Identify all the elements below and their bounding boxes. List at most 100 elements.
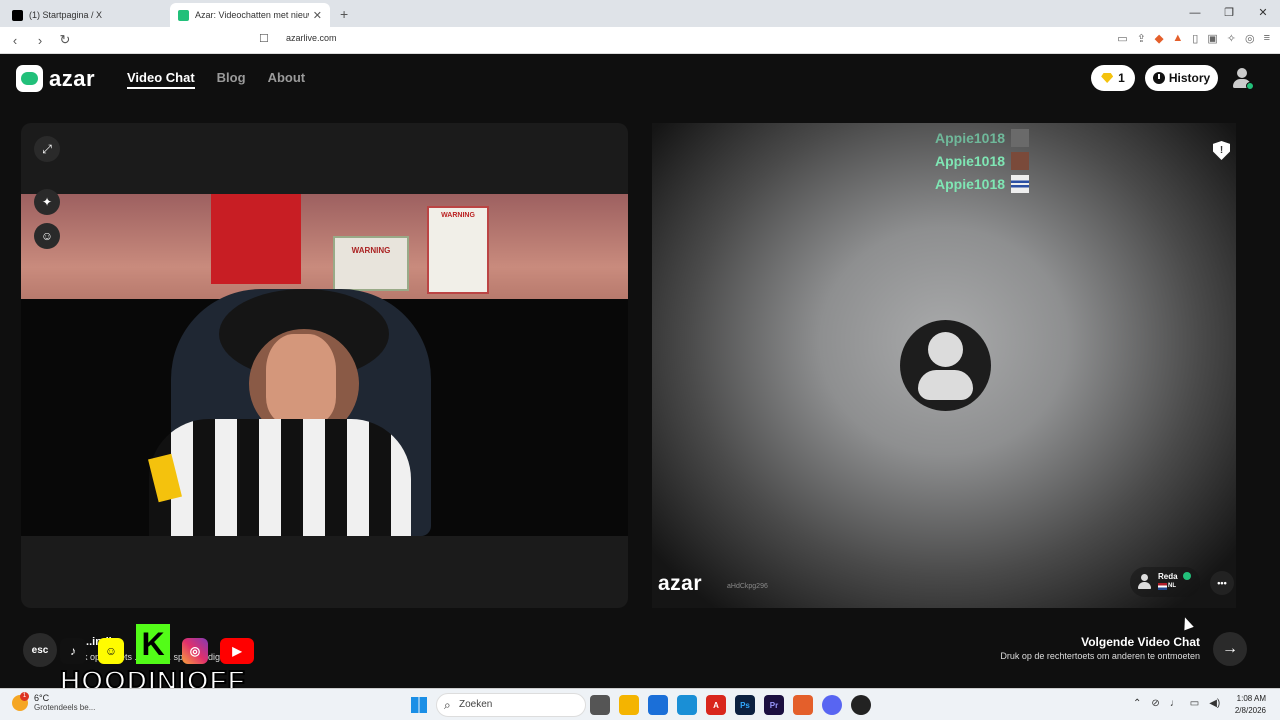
youtube-icon: ▶: [220, 638, 254, 664]
vpn-icon[interactable]: ◎: [1245, 32, 1255, 45]
next-chat-title: Volgende Video Chat: [1081, 635, 1200, 649]
menu-icon[interactable]: ≡: [1264, 32, 1270, 45]
wallet-icon[interactable]: ▣: [1207, 32, 1217, 45]
viewer-list: Appie1018 Appie1018 Appie1018: [935, 126, 1029, 195]
task-view-icon[interactable]: [590, 695, 610, 715]
local-video-panel: WARNING WARNING ⤢ ✦ ☺: [21, 123, 628, 608]
display-icon[interactable]: ▭: [1190, 698, 1199, 709]
windows-taskbar: 1 6°C Grotendeels be... Zoeken A Ps Pr ⌃…: [0, 688, 1280, 720]
system-clock[interactable]: 1:08 AM 2/8/2026: [1235, 693, 1266, 717]
viewer-name: Appie1018: [935, 152, 1006, 169]
tab-title: Azar: Videochatten met nieuw: [195, 10, 309, 20]
share-icon[interactable]: ⇪: [1137, 32, 1146, 45]
warning-sign: WARNING: [333, 236, 409, 291]
premiere-icon[interactable]: Pr: [764, 695, 784, 715]
verified-icon: [1183, 572, 1191, 580]
nav-video-chat[interactable]: Video Chat: [127, 70, 195, 89]
viewer-avatar: [1011, 151, 1029, 170]
azar-page: azar Video Chat Blog About 1 History WAR…: [0, 54, 1280, 697]
placeholder-body: [918, 370, 973, 400]
sticker-icon[interactable]: ☺: [34, 223, 60, 249]
chevron-up-icon[interactable]: ⌃: [1133, 698, 1141, 709]
kick-icon: K: [136, 624, 170, 664]
striped-jersey: [149, 419, 411, 536]
chat-bubble-icon[interactable]: •••: [1210, 571, 1234, 595]
close-window-button[interactable]: ✕: [1246, 0, 1280, 27]
photoshop-icon[interactable]: Ps: [735, 695, 755, 715]
edge-icon[interactable]: [677, 695, 697, 715]
close-tab-icon[interactable]: ✕: [313, 9, 322, 22]
tab-azar[interactable]: Azar: Videochatten met nieuw ✕: [170, 3, 330, 27]
acrobat-icon[interactable]: A: [706, 695, 726, 715]
reload-button[interactable]: ↻: [55, 32, 75, 48]
report-shield-icon[interactable]: !: [1213, 141, 1230, 160]
person-hand: [266, 334, 336, 424]
weather-widget[interactable]: 1 6°C Grotendeels be...: [12, 691, 96, 712]
maximize-button[interactable]: ❐: [1212, 0, 1246, 27]
minimize-button[interactable]: —: [1178, 0, 1212, 27]
gems-button[interactable]: 1: [1091, 65, 1135, 91]
online-status-dot: [1246, 82, 1254, 90]
start-button[interactable]: [411, 697, 427, 713]
bookmark-icon[interactable]: ☐: [259, 32, 269, 45]
weather-description: Grotendeels be...: [34, 703, 96, 712]
netherlands-flag-icon: [1158, 583, 1167, 590]
no-fart-zone-sign: WARNING: [427, 206, 489, 294]
azar-logo[interactable]: azar: [16, 65, 95, 92]
partner-video-panel: Appie1018 Appie1018 Appie1018 ! azar aHd…: [652, 123, 1236, 608]
list-item: Appie1018: [935, 126, 1029, 149]
window-controls: — ❐ ✕: [1178, 0, 1280, 27]
instagram-icon: ◎: [182, 638, 208, 664]
expand-icon[interactable]: ⤢: [34, 136, 60, 162]
clock-icon: [1152, 72, 1165, 84]
taskbar-apps: A Ps Pr: [590, 695, 871, 715]
viewer-avatar: [1011, 174, 1029, 193]
tab-title: (1) Startpagina / X: [29, 10, 103, 20]
user-id-text: aHdCkpg296: [727, 583, 768, 590]
brave-shields-icon[interactable]: ◆: [1155, 32, 1163, 45]
sidebar-icon[interactable]: ▯: [1192, 32, 1198, 45]
peer-info-chip[interactable]: Reda NL: [1130, 567, 1200, 597]
hanging-red-shirt: [211, 194, 301, 284]
peer-country: NL: [1168, 583, 1176, 589]
brand-name: azar: [49, 65, 96, 91]
viewer-avatar: [1011, 128, 1029, 147]
browser-tab-bar: (1) Startpagina / X Azar: Videochatten m…: [0, 0, 1280, 27]
browser-toolbar: ‹ › ↻ ☐ azarlive.com ▭ ⇪ ◆ ▲ ▯ ▣ ✧ ◎ ≡: [0, 27, 1280, 54]
cast-icon[interactable]: ▭: [1117, 32, 1127, 45]
esc-button[interactable]: esc: [23, 633, 57, 667]
microphone-icon[interactable]: ♩: [1170, 698, 1180, 709]
history-label: History: [1168, 71, 1211, 85]
volume-icon[interactable]: ◀): [1209, 698, 1220, 709]
history-button[interactable]: History: [1145, 65, 1218, 91]
nav-about[interactable]: About: [268, 70, 306, 89]
taskbar-search[interactable]: Zoeken: [436, 693, 586, 717]
magic-wand-icon[interactable]: ✦: [34, 189, 60, 215]
discord-icon[interactable]: [822, 695, 842, 715]
clock-time: 1:08 AM: [1236, 694, 1266, 703]
next-chat-button[interactable]: →: [1213, 632, 1247, 666]
snapchat-icon: ☺: [98, 638, 124, 664]
main-nav: Video Chat Blog About: [127, 70, 305, 89]
gems-count: 1: [1118, 71, 1125, 85]
back-button[interactable]: ‹: [5, 33, 25, 48]
tab-x[interactable]: (1) Startpagina / X: [4, 3, 166, 27]
toolbar-icons: ▭ ⇪ ◆ ▲ ▯ ▣ ✧ ◎ ≡: [1117, 32, 1270, 45]
forward-button[interactable]: ›: [30, 33, 50, 48]
obs-icon[interactable]: [851, 695, 871, 715]
store-icon[interactable]: [648, 695, 668, 715]
list-item: Appie1018: [935, 149, 1029, 172]
brave-icon[interactable]: [793, 695, 813, 715]
leo-icon[interactable]: ✧: [1227, 32, 1236, 45]
network-off-icon[interactable]: ⊘: [1151, 698, 1159, 709]
profile-avatar[interactable]: [1230, 66, 1254, 90]
clock-date: 2/8/2026: [1234, 706, 1266, 715]
partner-avatar-placeholder: [900, 320, 991, 411]
address-bar[interactable]: azarlive.com: [286, 33, 337, 43]
mouse-cursor-icon: [1180, 615, 1194, 631]
file-explorer-icon[interactable]: [619, 695, 639, 715]
brave-rewards-icon[interactable]: ▲: [1172, 32, 1183, 45]
x-icon: [12, 9, 23, 21]
nav-blog[interactable]: Blog: [217, 70, 246, 89]
new-tab-button[interactable]: +: [340, 3, 348, 27]
